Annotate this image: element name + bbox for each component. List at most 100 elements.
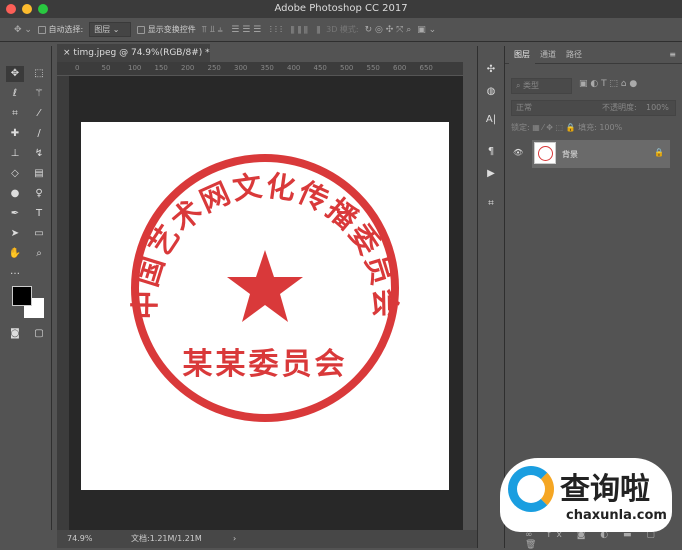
crop-icon[interactable]: ⌗ xyxy=(482,196,500,212)
window-title: Adobe Photoshop CC 2017 xyxy=(274,3,408,14)
path-select-icon[interactable]: ➤ xyxy=(6,226,24,242)
lock-label: 锁定: xyxy=(511,123,530,132)
ruler-tick: 650 xyxy=(419,64,433,72)
ruler-tick: 300 xyxy=(234,64,248,72)
plugin-icon[interactable]: ✣ xyxy=(482,62,500,78)
3d-mode-label: 3D 模式: xyxy=(326,25,359,34)
document-image[interactable]: 中国艺术网文化传播委员会 某某委员会 xyxy=(81,122,449,490)
ruler-tick: 0 xyxy=(75,64,80,72)
tab-layers[interactable]: 图层 xyxy=(509,46,535,64)
filter-kind-value: 类型 xyxy=(523,81,540,90)
character-icon[interactable]: A| xyxy=(482,112,500,128)
zoom-level[interactable]: 74.9% xyxy=(67,530,92,548)
blend-mode-value: 正常 xyxy=(516,103,532,112)
layer-actions-bar[interactable]: ∞ fx ◙ ◐ ▬ ▢ 🗑 xyxy=(525,530,682,550)
type-tool-icon[interactable]: T xyxy=(30,206,48,222)
move-tool-icon[interactable]: ✥ xyxy=(6,66,24,82)
document-tab[interactable]: × timg.jpeg @ 74.9%(RGB/8#) * xyxy=(57,44,210,62)
crop-tool-icon[interactable]: ⌗ xyxy=(6,106,24,122)
workspace-icon[interactable]: ▣ ⌄ xyxy=(417,25,436,35)
lasso-tool-icon[interactable]: ℓ xyxy=(6,86,24,102)
layer-lock-icon: 🔒 xyxy=(654,148,664,157)
chaxunla-watermark-logo: 查询啦 chaxunla.com xyxy=(500,458,672,532)
q-logo-icon xyxy=(508,466,554,512)
minimize-window-button[interactable] xyxy=(22,4,32,14)
ruler-tick: 550 xyxy=(366,64,380,72)
seal-bottom-text: 某某委员会 xyxy=(183,347,348,382)
tab-paths[interactable]: 路径 xyxy=(561,46,587,64)
watermark-name: 查询啦 xyxy=(560,472,650,507)
stamp-tool-icon[interactable]: ⊥ xyxy=(6,146,24,162)
blend-mode-dropdown[interactable]: 正常 不透明度: 100% xyxy=(511,100,676,116)
ruler-tick: 400 xyxy=(287,64,301,72)
3d-tools-icons[interactable]: ↻ ◎ ✣ ⤧ ⌕ xyxy=(365,25,412,35)
visibility-eye-icon[interactable]: 👁 xyxy=(513,148,523,157)
ruler-tick: 200 xyxy=(181,64,195,72)
paragraph-icon[interactable]: ¶ xyxy=(482,144,500,160)
more-tools-icon[interactable]: … xyxy=(6,264,24,280)
opacity-value[interactable]: 100% xyxy=(646,101,669,115)
rectangle-tool-icon[interactable]: ▭ xyxy=(30,226,48,242)
document-tab-title: timg.jpeg @ 74.9%(RGB/8#) * xyxy=(73,48,210,58)
auto-select-value: 图层 xyxy=(94,25,111,34)
screen-mode-icon[interactable]: ▢ xyxy=(30,326,48,342)
layer-row-background[interactable]: 背景 🔒 xyxy=(532,140,670,168)
eyedropper-icon[interactable]: ⁄ xyxy=(30,106,48,122)
layer-thumbnail xyxy=(534,142,556,164)
status-menu-arrow[interactable]: › xyxy=(233,530,236,548)
options-bar: ✥ ⌄ 自动选择: 图层 ⌄ 显示变换控件 ⫪ ⫫ ⫨ ☰ ☰ ☰ ⫶ ⫶ ⫶ … xyxy=(0,18,682,42)
show-transform-checkbox[interactable]: 显示变换控件 xyxy=(137,24,196,35)
title-bar: Adobe Photoshop CC 2017 xyxy=(0,0,682,18)
document-size: 文档:1.21M/1.21M xyxy=(131,534,202,543)
filter-kind-dropdown[interactable]: ⌕ 类型 xyxy=(511,78,572,94)
horizontal-ruler: 0 50 100 150 200 250 300 350 400 450 500 550 600 650 xyxy=(57,62,463,76)
pen-tool-icon[interactable]: ✒ xyxy=(6,206,24,222)
tools-panel: ✥ ⬚ ℓ ⚚ ⌗ ⁄ ✚ / ⊥ ↯ ◇ ▤ ● ♀ ✒ T ➤ ▭ ✋ ⌕ … xyxy=(0,46,52,530)
fill-value[interactable]: 100% xyxy=(599,123,622,132)
blur-tool-icon[interactable]: ● xyxy=(6,186,24,202)
eraser-icon[interactable]: ◇ xyxy=(6,166,24,182)
filter-icons[interactable]: ▣ ◐ T ⬚ ⌂ ● xyxy=(579,79,637,89)
maximize-window-button[interactable] xyxy=(38,4,48,14)
vertical-ruler xyxy=(57,76,69,530)
status-bar: 74.9% 文档:1.21M/1.21M › xyxy=(57,530,477,548)
show-transform-label: 显示变换控件 xyxy=(147,25,196,34)
quick-mask-icon[interactable]: ◙ xyxy=(6,326,24,342)
fill-label: 填充: xyxy=(578,123,597,132)
auto-select-checkbox[interactable]: 自动选择: xyxy=(37,24,84,35)
lock-row: 锁定: ▦ ⁄ ✥ ⬚ 🔒 填充: 100% xyxy=(511,122,622,133)
ruler-tick: 50 xyxy=(101,64,111,72)
marquee-tool-icon[interactable]: ⬚ xyxy=(30,66,48,82)
ruler-tick: 350 xyxy=(260,64,274,72)
foreground-color-swatch[interactable] xyxy=(12,286,32,306)
hand-tool-icon[interactable]: ✋ xyxy=(6,246,24,262)
seal-star-icon xyxy=(227,250,303,322)
play-actions-icon[interactable]: ▶ xyxy=(482,166,500,182)
dodge-tool-icon[interactable]: ♀ xyxy=(30,186,48,202)
red-seal-stamp: 中国艺术网文化传播委员会 某某委员会 xyxy=(128,154,400,422)
gradient-icon[interactable]: ▤ xyxy=(30,166,48,182)
ruler-tick: 100 xyxy=(128,64,142,72)
tab-channels[interactable]: 通道 xyxy=(535,46,561,64)
history-brush-icon[interactable]: ↯ xyxy=(30,146,48,162)
magic-wand-icon[interactable]: ⚚ xyxy=(30,86,48,102)
move-tool-icon[interactable]: ✥ ⌄ xyxy=(14,25,32,35)
healing-brush-icon[interactable]: ✚ xyxy=(6,126,24,142)
close-tab-icon[interactable]: × xyxy=(63,48,71,58)
ruler-tick: 450 xyxy=(313,64,327,72)
close-window-button[interactable] xyxy=(6,4,16,14)
opacity-label: 不透明度: xyxy=(602,103,637,112)
panel-menu-icon[interactable]: ≡ xyxy=(669,46,676,64)
ruler-tick: 600 xyxy=(393,64,407,72)
auto-select-label: 自动选择: xyxy=(48,25,84,34)
layer-name: 背景 xyxy=(562,150,578,159)
auto-select-dropdown[interactable]: 图层 ⌄ xyxy=(89,22,132,37)
panel-icon-strip: ✣ ◍ A| ¶ ▶ ⌗ xyxy=(477,46,505,548)
zoom-tool-icon[interactable]: ⌕ xyxy=(30,246,48,262)
adjust-icon[interactable]: ◍ xyxy=(482,84,500,100)
align-icons[interactable]: ⫪ ⫫ ⫨ ☰ ☰ ☰ ⫶ ⫶ ⫶ ⦀ ⦀ ⦀ ⦀ xyxy=(202,25,320,35)
ruler-tick: 150 xyxy=(154,64,168,72)
lock-icons[interactable]: ▦ ⁄ ✥ ⬚ 🔒 xyxy=(532,123,575,132)
ruler-tick: 250 xyxy=(207,64,221,72)
brush-tool-icon[interactable]: / xyxy=(30,126,48,142)
